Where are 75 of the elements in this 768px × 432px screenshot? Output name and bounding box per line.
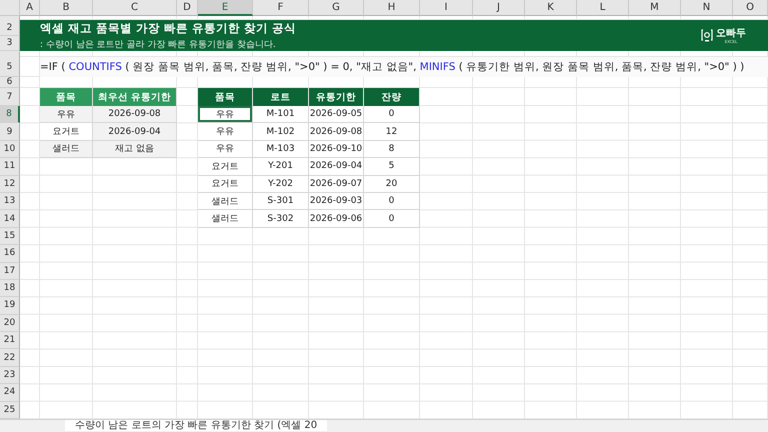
table-header: 유통기한 — [309, 88, 364, 106]
table-cell: 재고 없음 — [93, 140, 177, 158]
table-cell[interactable]: 2026-09-03 — [309, 192, 364, 210]
column-header[interactable]: M — [629, 0, 681, 16]
table-cell[interactable]: 2026-09-04 — [309, 158, 364, 176]
table-cell[interactable]: Y-202 — [253, 176, 309, 193]
table-cell: 샐러드 — [40, 140, 93, 158]
table-cell: 우유 — [40, 106, 93, 124]
row-header[interactable]: 6 — [0, 77, 20, 88]
row-header[interactable]: 8 — [0, 106, 20, 124]
table-header: 로트 — [253, 88, 309, 106]
table-cell: 요거트 — [40, 123, 93, 141]
table-header: 품목 — [40, 88, 93, 106]
row-header[interactable]: 20 — [0, 314, 20, 332]
table-cell: 2026-09-04 — [93, 123, 177, 141]
row-header[interactable]: 3 — [0, 36, 20, 51]
table-cell[interactable]: 2026-09-06 — [309, 210, 364, 228]
table-cell[interactable]: S-301 — [253, 192, 309, 210]
table-cell[interactable]: 샐러드 — [198, 210, 253, 228]
row-header[interactable]: 17 — [0, 262, 20, 280]
table-cell[interactable]: 요거트 — [198, 176, 253, 193]
row-header[interactable]: 15 — [0, 228, 20, 246]
column-header[interactable]: K — [525, 0, 577, 16]
formula-text: =IF ( COUNTIFS ( 원장 품목 범위, 품목, 잔량 범위, ">0" ) = 0, "재고 없음", MINIFS ( 유통기한 범위, 원장 품목 범위, 품목, 잔량 범위, ">0" ) ) — [40, 57, 768, 77]
column-header[interactable]: G — [309, 0, 364, 16]
table-cell[interactable]: 우유 — [198, 123, 253, 141]
column-header[interactable]: I — [420, 0, 473, 16]
row-header[interactable]: 25 — [0, 402, 20, 420]
table-cell[interactable]: 0 — [364, 106, 420, 124]
column-header[interactable]: C — [93, 0, 177, 16]
table-cell[interactable]: 우유 — [198, 106, 253, 124]
table-cell[interactable]: 2026-09-10 — [309, 140, 364, 158]
table-cell[interactable]: 0 — [364, 192, 420, 210]
table-cell[interactable]: 20 — [364, 176, 420, 193]
table-header: 최우선 유통기한 — [93, 88, 177, 106]
column-header[interactable]: F — [253, 0, 309, 16]
column-header[interactable]: J — [473, 0, 525, 16]
sheet-tab[interactable]: 수량이 남은 로트의 가장 빠른 유통기한 찾기 (엑셀 20 — [65, 420, 328, 432]
row-header[interactable]: 21 — [0, 332, 20, 350]
table-cell[interactable]: M-102 — [253, 123, 309, 141]
table-cell[interactable]: 샐러드 — [198, 192, 253, 210]
column-header[interactable]: B — [40, 0, 93, 16]
column-header[interactable]: O — [733, 0, 768, 16]
table-cell[interactable]: 0 — [364, 210, 420, 228]
row-header[interactable]: 19 — [0, 297, 20, 315]
column-header[interactable]: D — [177, 0, 198, 16]
sheet-title: 엑셀 재고 품목별 가장 빠른 유통기한 찾기 공식 — [40, 20, 296, 36]
table-cell[interactable]: 5 — [364, 158, 420, 176]
row-header[interactable]: 12 — [0, 176, 20, 193]
table-header: 잔량 — [364, 88, 420, 106]
table-cell[interactable]: 2026-09-07 — [309, 176, 364, 193]
table-cell[interactable]: S-302 — [253, 210, 309, 228]
table-cell[interactable]: M-101 — [253, 106, 309, 124]
column-header[interactable]: A — [20, 0, 40, 16]
table-cell[interactable]: 우유 — [198, 140, 253, 158]
table-cell[interactable]: 2026-09-08 — [309, 123, 364, 141]
row-header[interactable]: 16 — [0, 245, 20, 263]
table-cell[interactable]: 요거트 — [198, 158, 253, 176]
column-header[interactable]: L — [577, 0, 629, 16]
logo-text: 오빠두 — [716, 28, 746, 38]
table-cell[interactable]: 2026-09-05 — [309, 106, 364, 124]
column-header[interactable]: N — [681, 0, 733, 16]
table-cell[interactable]: Y-201 — [253, 158, 309, 176]
column-header[interactable]: H — [364, 0, 420, 16]
row-header[interactable]: 24 — [0, 384, 20, 402]
sheet-subtitle: : 수량이 남은 로트만 골라 가장 빠른 유통기한을 찾습니다. — [40, 38, 277, 50]
row-header[interactable]: 2 — [0, 20, 20, 36]
table-header: 품목 — [198, 88, 253, 106]
logo-icon — [701, 29, 713, 42]
table-cell[interactable]: 8 — [364, 140, 420, 158]
select-all-corner[interactable] — [0, 0, 20, 16]
table-cell[interactable]: M-103 — [253, 140, 309, 158]
table-cell[interactable]: 12 — [364, 123, 420, 141]
column-header[interactable]: E — [198, 0, 253, 16]
table-cell: 2026-09-08 — [93, 106, 177, 124]
